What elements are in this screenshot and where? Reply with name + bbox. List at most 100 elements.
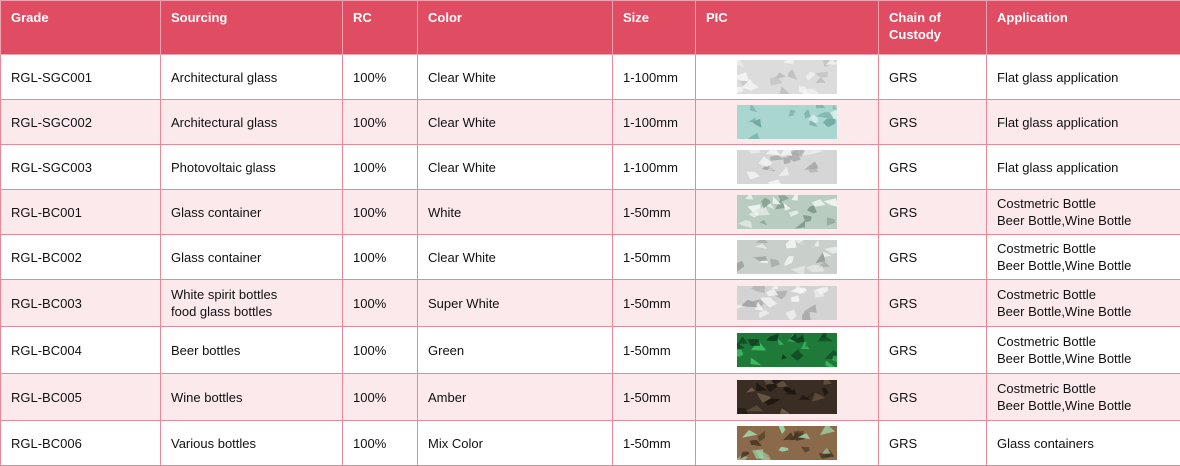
size-cell: 1-50mm xyxy=(613,235,696,280)
pic-cell xyxy=(696,145,879,190)
pic-cell xyxy=(696,235,879,280)
pic-cell xyxy=(696,421,879,466)
header-pic: PIC xyxy=(696,1,879,55)
sourcing-cell: Glass container xyxy=(161,190,343,235)
chain-of-custody-cell: GRS xyxy=(879,327,987,374)
rc-cell: 100% xyxy=(343,421,418,466)
color-cell: Amber xyxy=(418,374,613,421)
pic-cell xyxy=(696,190,879,235)
sourcing-cell: White spirit bottles food glass bottles xyxy=(161,280,343,327)
grade-cell: RGL-SGC002 xyxy=(1,100,161,145)
pic-cell xyxy=(696,100,879,145)
clear-glass-cullet-icon xyxy=(737,240,837,274)
grade-cell: RGL-BC004 xyxy=(1,327,161,374)
size-cell: 1-100mm xyxy=(613,100,696,145)
size-cell: 1-50mm xyxy=(613,190,696,235)
header-size: Size xyxy=(613,1,696,55)
amber-glass-cullet-icon xyxy=(737,380,837,414)
application-cell: Flat glass application xyxy=(987,145,1180,190)
grade-cell: RGL-BC003 xyxy=(1,280,161,327)
table-row: RGL-SGC003Photovoltaic glass100%Clear Wh… xyxy=(1,145,1180,190)
clear-glass-cullet-icon xyxy=(737,60,837,94)
clear-glass-cullet-icon xyxy=(737,150,837,184)
header-chain-of-custody: Chain of Custody xyxy=(879,1,987,55)
sourcing-cell: Beer bottles xyxy=(161,327,343,374)
rc-cell: 100% xyxy=(343,235,418,280)
header-application: Application xyxy=(987,1,1180,55)
size-cell: 1-50mm xyxy=(613,374,696,421)
size-cell: 1-50mm xyxy=(613,327,696,374)
sourcing-cell: Architectural glass xyxy=(161,55,343,100)
table-row: RGL-SGC001Architectural glass100%Clear W… xyxy=(1,55,1180,100)
header-sourcing: Sourcing xyxy=(161,1,343,55)
color-cell: Clear White xyxy=(418,235,613,280)
table-row: RGL-BC003White spirit bottles food glass… xyxy=(1,280,1180,327)
header-row: Grade Sourcing RC Color Size PIC Chain o… xyxy=(1,1,1180,55)
color-cell: Super White xyxy=(418,280,613,327)
application-cell: Costmetric Bottle Beer Bottle,Wine Bottl… xyxy=(987,190,1180,235)
rc-cell: 100% xyxy=(343,327,418,374)
color-cell: Green xyxy=(418,327,613,374)
application-cell: Costmetric Bottle Beer Bottle,Wine Bottl… xyxy=(987,374,1180,421)
rc-cell: 100% xyxy=(343,145,418,190)
green-glass-cullet-icon xyxy=(737,333,837,367)
rc-cell: 100% xyxy=(343,190,418,235)
grade-cell: RGL-BC006 xyxy=(1,421,161,466)
pic-cell xyxy=(696,55,879,100)
rc-cell: 100% xyxy=(343,100,418,145)
header-color: Color xyxy=(418,1,613,55)
application-cell: Costmetric Bottle Beer Bottle,Wine Bottl… xyxy=(987,235,1180,280)
glass-grades-table: Grade Sourcing RC Color Size PIC Chain o… xyxy=(0,0,1180,466)
sourcing-cell: Glass container xyxy=(161,235,343,280)
chain-of-custody-cell: GRS xyxy=(879,374,987,421)
application-cell: Flat glass application xyxy=(987,100,1180,145)
table-row: RGL-BC001Glass container100%White1-50mm G… xyxy=(1,190,1180,235)
rc-cell: 100% xyxy=(343,280,418,327)
grade-cell: RGL-SGC003 xyxy=(1,145,161,190)
grade-cell: RGL-SGC001 xyxy=(1,55,161,100)
table-row: RGL-BC006Various bottles100%Mix Color1-5… xyxy=(1,421,1180,466)
chain-of-custody-cell: GRS xyxy=(879,190,987,235)
table-row: RGL-BC005Wine bottles100%Amber1-50mmGRSC… xyxy=(1,374,1180,421)
size-cell: 1-100mm xyxy=(613,55,696,100)
mixed-glass-cullet-icon xyxy=(737,426,837,460)
sourcing-cell: Photovoltaic glass xyxy=(161,145,343,190)
table-body: RGL-SGC001Architectural glass100%Clear W… xyxy=(1,55,1180,466)
chain-of-custody-cell: GRS xyxy=(879,235,987,280)
grade-cell: RGL-BC005 xyxy=(1,374,161,421)
size-cell: 1-50mm xyxy=(613,421,696,466)
color-cell: Clear White xyxy=(418,55,613,100)
pic-cell xyxy=(696,374,879,421)
table-row: RGL-BC002Glass container100%Clear White1… xyxy=(1,235,1180,280)
header-rc: RC xyxy=(343,1,418,55)
chain-of-custody-cell: GRS xyxy=(879,100,987,145)
grade-cell: RGL-BC002 xyxy=(1,235,161,280)
chain-of-custody-cell: GRS xyxy=(879,280,987,327)
aqua-glass-cullet-icon xyxy=(737,105,837,139)
table-row: RGL-BC004Beer bottles100%Green1-50mm GRSC… xyxy=(1,327,1180,374)
application-cell: Flat glass application xyxy=(987,55,1180,100)
pic-cell xyxy=(696,280,879,327)
sourcing-cell: Architectural glass xyxy=(161,100,343,145)
chain-of-custody-cell: GRS xyxy=(879,55,987,100)
color-cell: White xyxy=(418,190,613,235)
rc-cell: 100% xyxy=(343,55,418,100)
header-grade: Grade xyxy=(1,1,161,55)
color-cell: Mix Color xyxy=(418,421,613,466)
pic-cell xyxy=(696,327,879,374)
size-cell: 1-50mm xyxy=(613,280,696,327)
size-cell: 1-100mm xyxy=(613,145,696,190)
grade-cell: RGL-BC001 xyxy=(1,190,161,235)
application-cell: Glass containers xyxy=(987,421,1180,466)
super-white-glass-cullet-icon xyxy=(737,286,837,320)
color-cell: Clear White xyxy=(418,145,613,190)
white-glass-cullet-icon xyxy=(737,195,837,229)
chain-of-custody-cell: GRS xyxy=(879,421,987,466)
sourcing-cell: Various bottles xyxy=(161,421,343,466)
application-cell: Costmetric Bottle Beer Bottle,Wine Bottl… xyxy=(987,280,1180,327)
chain-of-custody-cell: GRS xyxy=(879,145,987,190)
application-cell: Costmetric Bottle Beer Bottle,Wine Bottl… xyxy=(987,327,1180,374)
table-row: RGL-SGC002Architectural glass100%Clear W… xyxy=(1,100,1180,145)
rc-cell: 100% xyxy=(343,374,418,421)
color-cell: Clear White xyxy=(418,100,613,145)
